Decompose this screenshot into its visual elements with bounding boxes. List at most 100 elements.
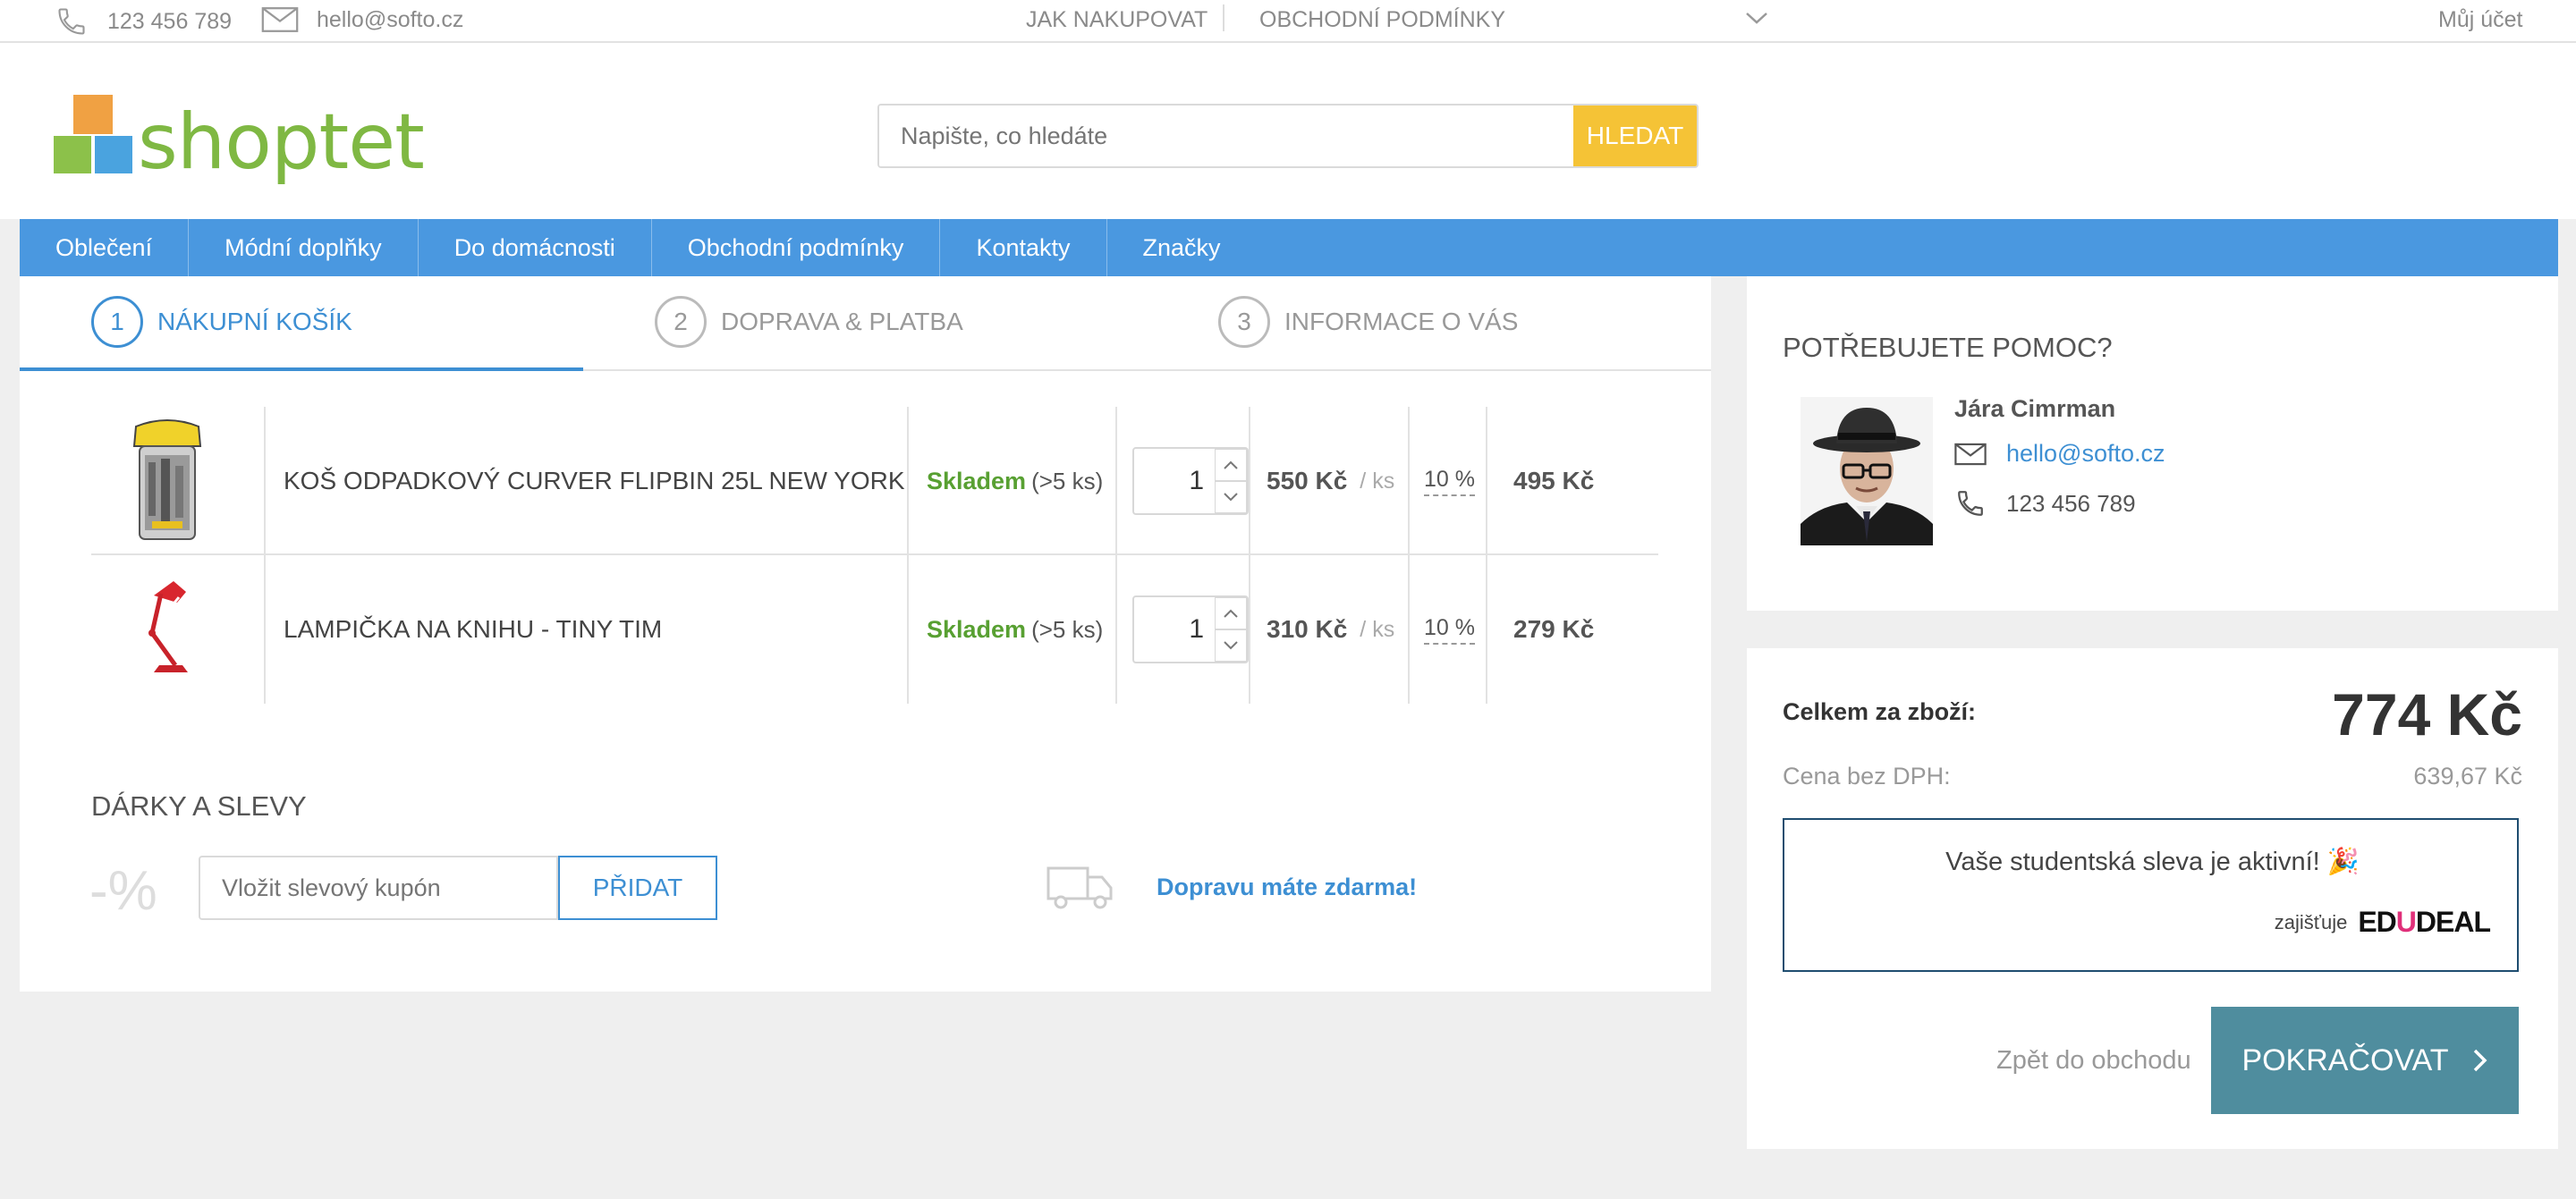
cart-row: KOŠ ODPADKOVÝ CURVER FLIPBIN 25L NEW YOR… — [91, 407, 1658, 555]
edudeal-attribution[interactable]: zajišťuje EDUDEAL — [2274, 906, 2491, 939]
search-bar: HLEDAT — [877, 104, 1699, 168]
product-name[interactable]: LAMPIČKA NA KNIHU - TINY TIM — [284, 555, 662, 704]
edudeal-logo: EDUDEAL — [2358, 906, 2491, 938]
cell-divider — [264, 555, 266, 704]
search-input[interactable] — [879, 106, 1573, 166]
product-image-lamp[interactable] — [114, 555, 221, 704]
cart-panel: 1 NÁKUPNÍ KOŠÍK 2 DOPRAVA & PLATBA 3 INF… — [20, 276, 1711, 992]
discount-value: 10 % — [1424, 467, 1475, 496]
provided-by-label: zajišťuje — [2274, 910, 2348, 933]
cell-divider — [1408, 407, 1410, 555]
unit-price: 310 Kč / ks — [1267, 555, 1394, 704]
step-customer-info[interactable]: 3 INFORMACE O VÁS — [1218, 296, 1518, 348]
contact-email[interactable]: hello@softo.cz — [1954, 440, 2165, 468]
total-label: Celkem za zboží: — [1783, 698, 1977, 725]
topbar-divider — [1223, 4, 1224, 31]
stock-note: (>5 ks) — [1031, 615, 1104, 643]
chevron-up-icon[interactable] — [1215, 597, 1247, 629]
nav-item-obleceni[interactable]: Oblečení — [20, 219, 190, 276]
step-cart[interactable]: 1 NÁKUPNÍ KOŠÍK — [91, 296, 352, 348]
avatar — [1801, 397, 1933, 545]
topbar-link-jak-nakupovat[interactable]: JAK NAKUPOVAT — [1026, 7, 1208, 33]
step-shipping-payment[interactable]: 2 DOPRAVA & PLATBA — [655, 296, 963, 348]
contact-phone[interactable]: 123 456 789 — [1954, 488, 2136, 519]
nav-item-modni-doplnky[interactable]: Módní doplňky — [189, 219, 419, 276]
stock-note: (>5 ks) — [1031, 467, 1104, 494]
cell-divider — [1486, 407, 1487, 555]
step-number: 3 — [1218, 296, 1270, 348]
student-discount-box: Vaše studentská sleva je aktivní! 🎉 zaji… — [1783, 818, 2519, 972]
main-nav: Oblečení Módní doplňky Do domácnosti Obc… — [20, 219, 2558, 276]
discount: 10 % — [1424, 555, 1475, 704]
coupon-form: PŘIDAT — [199, 856, 717, 920]
nav-item-obchodni-podminky[interactable]: Obchodní podmínky — [652, 219, 941, 276]
discount: 10 % — [1424, 407, 1475, 555]
truck-icon — [1046, 863, 1114, 911]
quantity-value[interactable]: 1 — [1134, 597, 1215, 662]
nav-item-znacky[interactable]: Značky — [1107, 219, 1257, 276]
stock-label: Skladem — [927, 467, 1027, 494]
chevron-down-icon[interactable] — [1744, 9, 1769, 27]
help-title: POTŘEBUJETE POMOC? — [1783, 332, 2113, 363]
logo-text: shoptet — [138, 97, 425, 187]
logo-squares-icon — [54, 95, 132, 173]
cell-divider — [1249, 555, 1250, 704]
cell-divider — [1486, 555, 1487, 704]
stock-status: Skladem (>5 ks) — [927, 555, 1103, 704]
gifts-title: DÁRKY A SLEVY — [91, 790, 307, 822]
product-name[interactable]: KOŠ ODPADKOVÝ CURVER FLIPBIN 25L NEW YOR… — [284, 407, 905, 555]
chevron-down-icon[interactable] — [1215, 481, 1247, 513]
add-coupon-button[interactable]: PŘIDAT — [558, 856, 717, 920]
free-shipping-notice: Dopravu máte zdarma! — [1157, 874, 1418, 900]
cart-row: LAMPIČKA NA KNIHU - TINY TIM Skladem (>5… — [91, 555, 1658, 704]
continue-button[interactable]: POKRAČOVAT — [2211, 1007, 2519, 1114]
topbar-account-link[interactable]: Můj účet — [2438, 7, 2522, 33]
chevron-down-icon[interactable] — [1215, 629, 1247, 662]
topbar-link-obchodni-podminky[interactable]: OBCHODNÍ PODMÍNKY — [1259, 7, 1505, 33]
cell-divider — [1249, 407, 1250, 555]
logo[interactable]: shoptet — [54, 95, 425, 181]
envelope-icon — [1954, 442, 1987, 467]
total-value: 774 Kč — [2332, 681, 2522, 747]
chevron-right-icon — [2472, 1048, 2488, 1073]
search-button[interactable]: HLEDAT — [1573, 106, 1697, 166]
checkout-steps: 1 NÁKUPNÍ KOŠÍK 2 DOPRAVA & PLATBA 3 INF… — [20, 276, 1711, 371]
stock-status: Skladem (>5 ks) — [927, 407, 1103, 555]
discount-value: 10 % — [1424, 615, 1475, 645]
unit-price: 550 Kč / ks — [1267, 407, 1394, 555]
step-number: 1 — [91, 296, 143, 348]
header: shoptet HLEDAT — [0, 43, 2576, 219]
contact-phone-text: 123 456 789 — [2006, 489, 2136, 517]
cell-divider — [907, 555, 909, 704]
topbar-phone-text: 123 456 789 — [107, 8, 233, 34]
nav-item-kontakty[interactable]: Kontakty — [940, 219, 1107, 276]
unit-price-value: 310 Kč — [1267, 615, 1348, 643]
unit-price-value: 550 Kč — [1267, 467, 1348, 494]
phone-icon — [1954, 488, 1987, 519]
topbar-email[interactable]: hello@softo.cz — [261, 5, 463, 34]
phone-icon — [54, 5, 89, 38]
coupon-input[interactable] — [199, 856, 558, 920]
unit-label: / ks — [1360, 468, 1395, 494]
nav-item-do-domacnosti[interactable]: Do domácnosti — [419, 219, 652, 276]
row-total: 279 Kč — [1513, 615, 1595, 643]
topbar-email-text: hello@softo.cz — [317, 6, 464, 32]
cell-divider — [1115, 407, 1117, 555]
help-panel: POTŘEBUJETE POMOC? Jára Cimrman hello@so… — [1747, 276, 2558, 611]
top-bar: 123 456 789 hello@softo.cz JAK NAKUPOVAT… — [0, 0, 2576, 43]
price-without-vat-value: 639,67 Kč — [2413, 763, 2522, 789]
price-without-vat-label: Cena bez DPH: — [1783, 763, 1951, 789]
continue-button-label: POKRAČOVAT — [2241, 1043, 2449, 1077]
row-total: 495 Kč — [1513, 467, 1595, 494]
product-image-trash-bin[interactable] — [114, 407, 221, 555]
cell-divider — [1408, 555, 1410, 704]
envelope-icon — [261, 5, 299, 34]
topbar-phone[interactable]: 123 456 789 — [54, 5, 232, 38]
cell-divider — [907, 407, 909, 555]
chevron-up-icon[interactable] — [1215, 449, 1247, 481]
active-step-underline — [20, 367, 583, 371]
back-to-shop-link[interactable]: Zpět do obchodu — [1996, 1046, 2191, 1076]
step-label: NÁKUPNÍ KOŠÍK — [157, 308, 352, 335]
quantity-value[interactable]: 1 — [1134, 449, 1215, 513]
unit-label: / ks — [1360, 616, 1395, 642]
